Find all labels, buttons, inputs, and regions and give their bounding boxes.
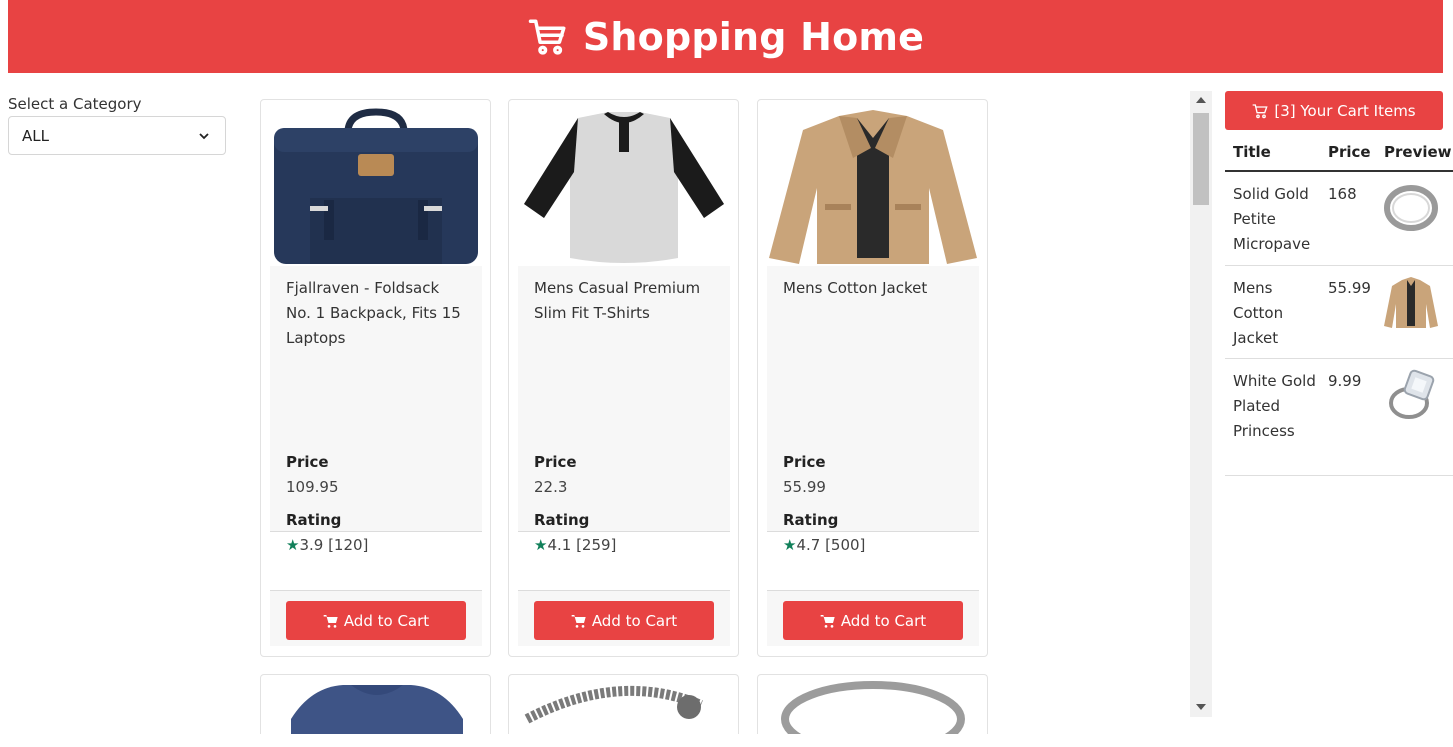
card-footer: Add to Cart [518,590,730,646]
cart-item-preview [1384,185,1438,231]
cart-row: Solid Gold Petite Micropave 168 [1225,172,1453,266]
price-value: 55.99 [783,478,826,496]
cart-icon [820,614,835,628]
cart-icon [1253,103,1268,118]
cart-icon [571,614,586,628]
cart-items-label: [3] Your Cart Items [1274,101,1416,120]
product-image[interactable] [767,108,979,266]
product-card: Fjallraven - Foldsack No. 1 Backpack, Fi… [260,99,491,657]
rating-value: ★4.1 [259] [534,536,617,554]
product-card: Mens Cotton Jacket Price 55.99 Rating ★4… [757,99,988,657]
rating-label: Rating [783,511,839,529]
cart-row: White Gold Plated Princess 9.99 [1225,359,1453,476]
product-card [508,674,739,734]
price-label: Price [783,453,826,471]
cart-item-preview [1384,277,1438,328]
column-price: Price [1328,143,1371,161]
cart-item-title: Mens Cotton Jacket [1233,279,1284,347]
cart-item-title: White Gold Plated Princess [1233,372,1316,440]
chevron-down-icon [199,132,209,139]
card-footer: Add to Cart [270,590,482,646]
product-image[interactable] [270,108,482,266]
scroll-down-arrow[interactable] [1196,704,1206,710]
category-label: Select a Category [8,95,142,113]
price-value: 22.3 [534,478,568,496]
price-label: Price [286,453,329,471]
product-card [260,674,491,734]
star-icon: ★ [783,536,797,554]
cart-item-preview [1389,369,1435,419]
cart-items-button[interactable]: [3] Your Cart Items [1225,91,1443,130]
add-to-cart-button[interactable]: Add to Cart [286,601,466,640]
product-image[interactable] [518,108,730,266]
cart-item-price: 9.99 [1328,372,1362,390]
column-title: Title [1233,143,1271,161]
product-image[interactable] [509,675,739,734]
rating-label: Rating [286,511,342,529]
cart-row: Mens Cotton Jacket 55.99 [1225,266,1453,359]
product-image[interactable] [758,675,988,734]
scroll-up-arrow[interactable] [1196,97,1206,103]
star-icon: ★ [286,536,300,554]
category-selected-value: ALL [22,126,49,145]
cart-item-price: 55.99 [1328,279,1371,297]
cart-table: Title Price Preview Solid Gold Petite Mi… [1225,134,1453,476]
product-card [757,674,988,734]
page-title: Shopping Home [582,14,925,59]
price-label: Price [534,453,577,471]
column-preview: Preview [1384,143,1452,161]
cart-item-price: 168 [1328,185,1357,203]
page-header: Shopping Home [8,0,1443,73]
scrollbar-thumb[interactable] [1193,113,1209,205]
add-to-cart-button[interactable]: Add to Cart [783,601,963,640]
card-footer: Add to Cart [767,590,979,646]
rating-value: ★4.7 [500] [783,536,866,554]
rating-label: Rating [534,511,590,529]
cart-table-header: Title Price Preview [1225,134,1453,172]
product-image[interactable] [261,675,491,734]
product-list-scrollbar[interactable] [1190,91,1212,717]
rating-value: ★3.9 [120] [286,536,369,554]
cart-icon [528,19,566,55]
cart-icon [323,614,338,628]
cart-item-title: Solid Gold Petite Micropave [1233,185,1311,253]
price-value: 109.95 [286,478,339,496]
category-select[interactable]: ALL [8,116,226,155]
star-icon: ★ [534,536,548,554]
add-to-cart-button[interactable]: Add to Cart [534,601,714,640]
product-card: Mens Casual Premium Slim Fit T-Shirts Pr… [508,99,739,657]
